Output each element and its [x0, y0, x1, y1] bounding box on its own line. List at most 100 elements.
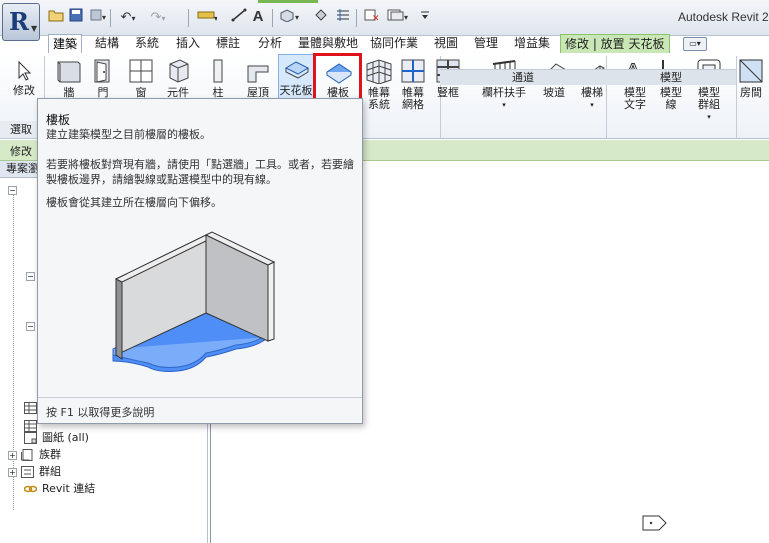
collapse-icon[interactable]: − [8, 185, 17, 195]
ceiling-button[interactable]: 天花板 [278, 58, 314, 97]
tooltip-paragraph-2: 樓板會從其建立所在樓層向下偏移。 [46, 196, 222, 209]
thin-lines-icon[interactable] [334, 8, 352, 28]
modify-label: 修改 [13, 84, 35, 97]
link-icon [24, 485, 37, 493]
tree-label: Revit 連結 [42, 482, 96, 495]
chevron-down-icon: ▾ [502, 101, 506, 109]
tree-label: 圖紙 (all) [42, 431, 89, 444]
tab-modify-place-ceiling[interactable]: 修改 | 放置 天花板 [560, 34, 670, 54]
svg-text:▾: ▾ [102, 13, 106, 22]
tree-item-revit-links[interactable]: Revit 連結 [24, 481, 95, 497]
mullion-label: 豎框 [437, 86, 459, 99]
curtain-grid-icon [401, 59, 425, 83]
chevron-down-icon: ▾ [590, 101, 594, 109]
tab-manage[interactable]: 管理 [470, 34, 502, 54]
chevron-down-icon: ▾ [707, 113, 711, 121]
door-icon [94, 59, 110, 83]
tooltip-footer: 按 F1 以取得更多說明 [46, 406, 155, 419]
floor-illustration-icon [112, 231, 276, 372]
column-button[interactable]: 柱 [204, 58, 232, 99]
panel-label-circulation: 通道 [440, 69, 606, 85]
svg-text:▾: ▾ [214, 14, 217, 22]
door-button[interactable]: 門 [88, 58, 118, 99]
measure-icon[interactable]: ▾ [196, 8, 218, 28]
customize-icon[interactable] [416, 8, 434, 28]
section-icon[interactable] [312, 8, 330, 28]
window-icon [129, 59, 153, 83]
tree-item-families[interactable]: + 族群 [8, 447, 61, 463]
switch-windows-icon[interactable]: ▾ [386, 8, 412, 28]
select-panel[interactable]: 選取 [0, 121, 40, 139]
expand-icon[interactable]: + [8, 467, 17, 477]
tooltip-description: 建立建築模型之目前樓層的樓板。 [46, 128, 211, 141]
sync-icon[interactable]: ▾ [88, 8, 108, 28]
room-label: 房間 [740, 86, 762, 99]
curtain-system-button[interactable]: 帷幕 系統 [362, 58, 396, 111]
window-button[interactable]: 窗 [124, 58, 158, 99]
model-group-button[interactable]: 模型 群組 ▾ [690, 58, 728, 123]
redo-icon[interactable]: ↷▾ [146, 8, 170, 28]
undo-icon[interactable]: ↶▾ [116, 8, 140, 28]
tree-node-views[interactable]: − [8, 182, 21, 198]
collapse-icon[interactable]: − [26, 321, 35, 331]
roof-button[interactable]: 屋頂 [240, 58, 276, 99]
curtain-grid-button[interactable]: 帷幕 網格 [396, 58, 430, 111]
dimension-icon[interactable] [230, 8, 248, 28]
stair-label: 樓梯 [581, 86, 603, 99]
qat-separator [110, 9, 111, 27]
railing-label: 欄杆扶手 [482, 86, 526, 99]
modify-button[interactable]: 修改 [8, 60, 40, 97]
text-icon[interactable]: A [250, 8, 266, 28]
tab-view[interactable]: 視圖 [430, 34, 462, 54]
tree-label: 族群 [39, 448, 61, 461]
qat-separator [188, 9, 189, 27]
sheet-icon [24, 432, 37, 444]
ribbon-tab-bar: 建築 結構 系統 插入 標註 分析 量體與敷地 協同作業 視圖 管理 增益集 修… [0, 34, 769, 54]
wall-button[interactable]: 牆 [52, 58, 86, 99]
chevron-down-icon: ▼ [31, 24, 38, 33]
cursor-icon [18, 60, 32, 81]
curtain-system-label: 帷幕 系統 [368, 86, 390, 111]
tab-add-ins[interactable]: 增益集 [510, 34, 554, 54]
curtain-grid-label: 帷幕 網格 [402, 86, 424, 111]
minimize-ribbon-toggle[interactable]: ▭▾ [683, 37, 707, 51]
roof-icon [247, 65, 269, 83]
component-icon [169, 59, 189, 83]
model-line-label: 模型 線 [660, 86, 682, 111]
tab-architecture[interactable]: 建築 [48, 34, 83, 54]
room-button[interactable]: 房間 [734, 58, 768, 99]
close-hidden-icon[interactable]: ✕ [362, 8, 382, 28]
title-accent [258, 0, 318, 3]
tree-item-sheets[interactable]: 圖紙 (all) [24, 430, 89, 446]
panel-label-model: 模型 [606, 69, 736, 85]
qat-separator [356, 9, 357, 27]
svg-text:▾: ▾ [295, 13, 299, 22]
tooltip-footer-divider [38, 397, 362, 398]
window-title: Autodesk Revit 2 [678, 10, 769, 24]
tab-analyze[interactable]: 分析 [254, 34, 286, 54]
tooltip-paragraph-1: 若要將樓板對齊現有牆，請使用「點選牆」工具。或者，若要繪 製樓板邊界，請繪製線或… [46, 158, 354, 186]
ceiling-label: 天花板 [279, 84, 313, 97]
tab-collaborate[interactable]: 協同作業 [366, 34, 422, 54]
revit-logo-icon: R [9, 7, 29, 36]
model-text-label: 模型 文字 [624, 86, 646, 111]
tab-massing-site[interactable]: 量體與敷地 [294, 34, 362, 54]
view-navigation-icon[interactable] [642, 515, 668, 531]
options-bar-label: 修改 [10, 145, 32, 158]
save-icon[interactable] [68, 8, 84, 28]
collapse-icon[interactable]: − [26, 271, 35, 281]
3d-view-icon[interactable]: ▾ [278, 8, 304, 28]
title-bar: R ▼ ▾ ↶▾ ↷▾ ▾ A ▾ ✕ ▾ Autodesk Revit 2 [0, 0, 769, 41]
tab-insert[interactable]: 插入 [172, 34, 204, 54]
tab-structure[interactable]: 結構 [91, 34, 123, 54]
group-icon [21, 466, 34, 478]
tooltip-title: 樓板 [46, 113, 71, 127]
component-button[interactable]: 元件 [160, 58, 196, 99]
tab-annotate[interactable]: 標註 [212, 34, 244, 54]
tree-item-groups[interactable]: + 群組 [8, 464, 61, 480]
model-group-label: 模型 群組 [698, 86, 720, 111]
qat-separator [272, 9, 273, 27]
tab-systems[interactable]: 系統 [131, 34, 163, 54]
expand-icon[interactable]: + [8, 450, 17, 460]
folder-open-icon[interactable] [48, 8, 64, 28]
